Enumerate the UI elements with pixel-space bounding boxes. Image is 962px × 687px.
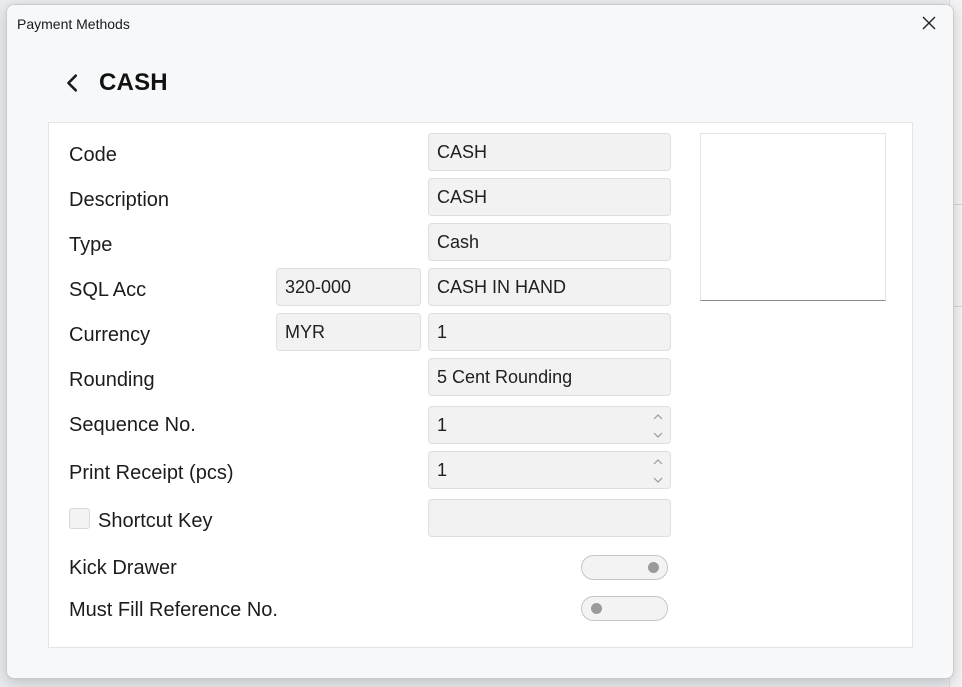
shortcut-key-checkbox[interactable] (69, 508, 90, 529)
sequence-no-stepper[interactable]: 1 (428, 406, 671, 444)
currency-rate-field[interactable]: 1 (428, 313, 671, 351)
code-label: Code (69, 144, 117, 166)
description-label: Description (69, 189, 170, 211)
sequence-no-value: 1 (437, 415, 448, 435)
shortcut-key-field[interactable] (428, 499, 671, 537)
chevron-down-icon[interactable] (652, 475, 664, 485)
sequence-no-label: Sequence No. (69, 414, 196, 436)
image-preview[interactable] (700, 133, 886, 301)
sequence-no-spinner (652, 412, 664, 440)
print-receipt-spinner (652, 457, 664, 485)
sql-acc-name-field[interactable]: CASH IN HAND (428, 268, 671, 306)
rounding-field[interactable]: 5 Cent Rounding (428, 358, 671, 396)
rounding-label: Rounding (69, 369, 155, 391)
kick-drawer-label: Kick Drawer (69, 557, 177, 579)
must-fill-reference-toggle[interactable] (581, 596, 668, 621)
currency-code-field[interactable]: MYR (276, 313, 421, 351)
window-title: Payment Methods (17, 16, 130, 32)
chevron-up-icon[interactable] (652, 412, 664, 422)
page-title: CASH (99, 69, 168, 96)
close-icon (922, 16, 936, 30)
chevron-up-icon[interactable] (652, 457, 664, 467)
toggle-knob (591, 603, 602, 614)
currency-label: Currency (69, 324, 151, 346)
title-bar: Payment Methods (7, 5, 953, 41)
type-label: Type (69, 234, 113, 256)
close-button[interactable] (911, 9, 947, 37)
shortcut-key-label: Shortcut Key (98, 510, 213, 532)
page-header: CASH (61, 67, 168, 99)
print-receipt-stepper[interactable]: 1 (428, 451, 671, 489)
sql-acc-label: SQL Acc (69, 279, 147, 301)
must-fill-reference-label: Must Fill Reference No. (69, 599, 278, 621)
back-button[interactable] (61, 71, 85, 95)
kick-drawer-toggle[interactable] (581, 555, 668, 580)
code-field[interactable]: CASH (428, 133, 671, 171)
form-panel: Code CASH Description CASH Type Cash SQL… (48, 122, 913, 648)
chevron-down-icon[interactable] (652, 430, 664, 440)
toggle-knob (648, 562, 659, 573)
description-field[interactable]: CASH (428, 178, 671, 216)
type-field[interactable]: Cash (428, 223, 671, 261)
sql-acc-code-field[interactable]: 320-000 (276, 268, 421, 306)
payment-methods-dialog: Payment Methods CASH Code CASH Descripti… (6, 4, 954, 679)
print-receipt-value: 1 (437, 460, 448, 480)
chevron-left-icon (67, 74, 78, 92)
print-receipt-label: Print Receipt (pcs) (69, 462, 234, 484)
